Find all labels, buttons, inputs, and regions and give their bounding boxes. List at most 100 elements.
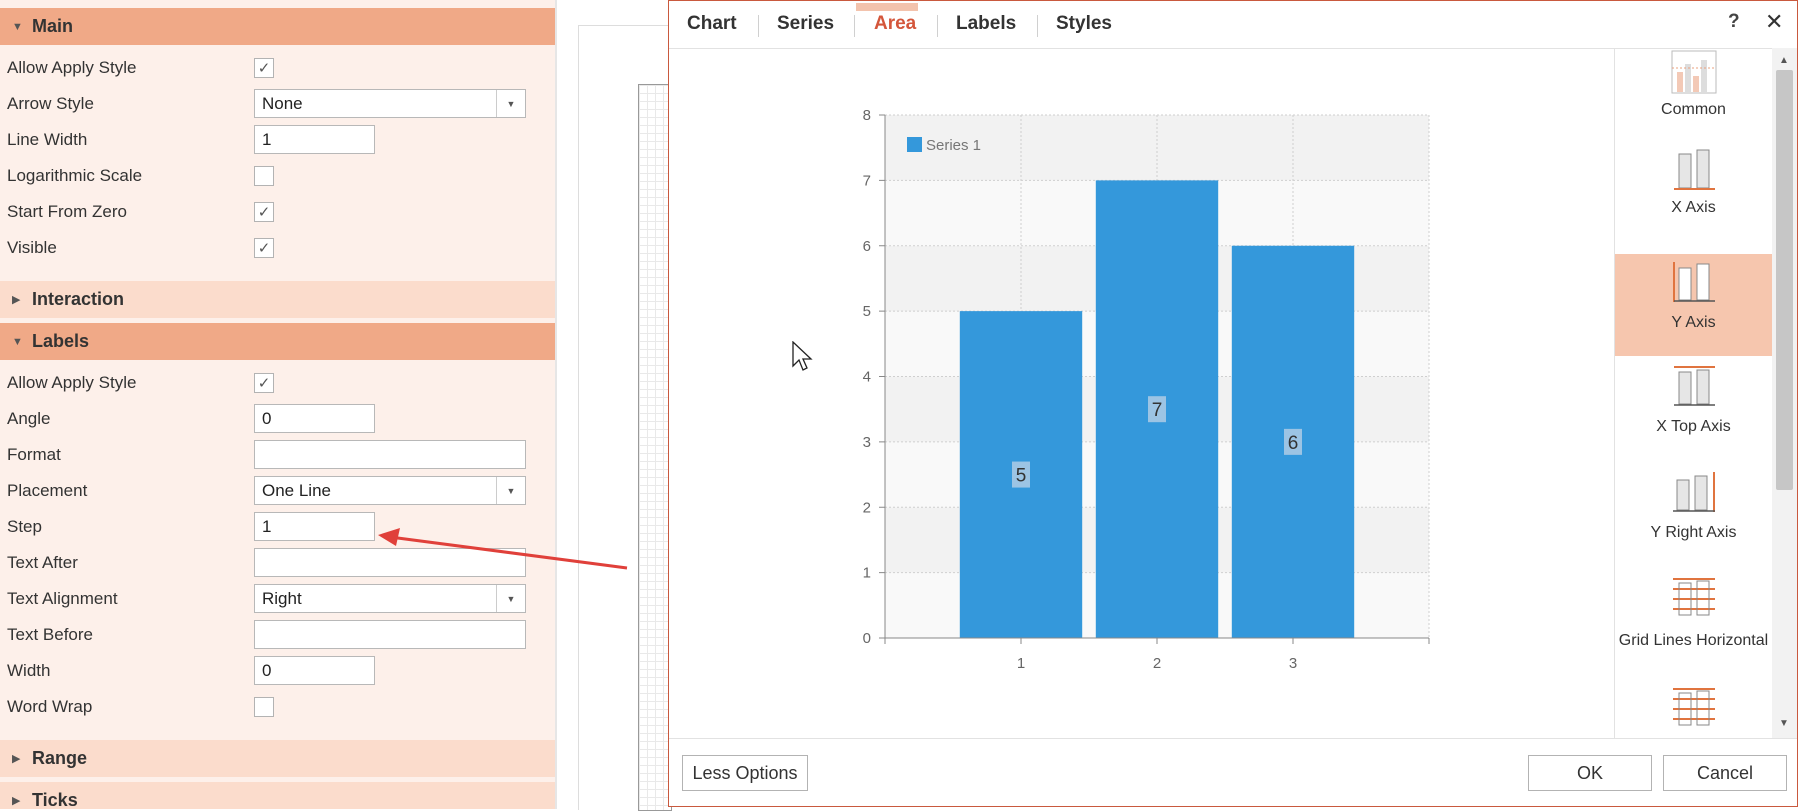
prop-row-allow-apply-style: Allow Apply Style ✓	[0, 51, 555, 87]
prop-label: Width	[7, 661, 51, 680]
caret-down-icon: ▼	[12, 335, 23, 348]
labels-allow-apply-style-checkbox[interactable]: ✓	[254, 373, 274, 393]
mouse-cursor-icon	[792, 341, 813, 371]
ok-button[interactable]: OK	[1528, 755, 1652, 791]
prop-row-angle: Angle 0	[0, 402, 555, 438]
visible-checkbox[interactable]: ✓	[254, 238, 274, 258]
side-item-grid-lines-vertical[interactable]	[1615, 684, 1772, 738]
side-item-label: Grid Lines Horizontal	[1618, 632, 1769, 649]
legend-label: Series 1	[926, 137, 981, 154]
prop-row-arrow-style: Arrow Style None ▼	[0, 87, 555, 123]
prop-label: Angle	[7, 409, 51, 428]
x-tick-label: 1	[1017, 655, 1025, 672]
prop-row-labels-allow-apply-style: Allow Apply Style ✓	[0, 366, 555, 402]
text-before-input[interactable]	[254, 620, 526, 649]
prop-label: Allow Apply Style	[7, 373, 137, 392]
line-width-input[interactable]: 1	[254, 125, 375, 154]
tab-area[interactable]: Area	[874, 13, 916, 35]
prop-row-text-before: Text Before	[0, 618, 555, 654]
start-from-zero-checkbox[interactable]: ✓	[254, 202, 274, 222]
side-item-x-top-axis[interactable]: X Top Axis	[1615, 366, 1772, 468]
section-range-header[interactable]: ▶ Range	[0, 740, 555, 777]
chart-legend: Series 1	[907, 137, 981, 154]
prop-label: Line Width	[7, 130, 88, 149]
prop-label: Visible	[7, 238, 57, 257]
prop-label: Arrow Style	[7, 94, 94, 113]
annotation-arrow	[378, 528, 628, 570]
allow-apply-style-checkbox[interactable]: ✓	[254, 58, 274, 78]
side-item-y-right-axis[interactable]: Y Right Axis	[1615, 470, 1772, 572]
step-input[interactable]: 1	[254, 512, 375, 541]
check-icon: ✓	[257, 60, 271, 77]
section-ticks-label: Ticks	[32, 790, 78, 809]
scroll-down-icon[interactable]: ▼	[1779, 718, 1789, 729]
y-tick-label: 1	[863, 565, 871, 582]
y-axis-icon	[1673, 262, 1715, 302]
chart-element-list: Common X Axis Y Axis X Top Axis Y Right …	[1614, 48, 1773, 738]
prop-row-width: Width 0	[0, 654, 555, 690]
tab-separator	[1037, 15, 1038, 37]
section-ticks-header[interactable]: ▶ Ticks	[0, 782, 555, 809]
chart-preview: 5 7 6 0 1 2 3 4 5 6 7 8 1 2 3 Series 1	[863, 107, 1430, 672]
cancel-button[interactable]: Cancel	[1663, 755, 1787, 791]
logarithmic-scale-checkbox[interactable]	[254, 166, 274, 186]
word-wrap-checkbox[interactable]	[254, 697, 274, 717]
angle-input[interactable]: 0	[254, 404, 375, 433]
arrow-style-select[interactable]: None ▼	[254, 89, 526, 118]
dropdown-arrow-icon[interactable]: ▼	[496, 90, 525, 117]
dialog-tab-bar: Chart Series Area Labels Styles ? ✕	[669, 1, 1797, 49]
tab-chart[interactable]: Chart	[687, 13, 737, 35]
select-value: Right	[262, 588, 302, 608]
scroll-up-icon[interactable]: ▲	[1779, 55, 1789, 66]
dialog-footer: Less Options OK Cancel	[669, 738, 1797, 809]
data-label: 6	[1288, 433, 1299, 454]
tab-styles[interactable]: Styles	[1056, 13, 1112, 35]
select-value: None	[262, 93, 303, 113]
dropdown-arrow-icon[interactable]: ▼	[496, 585, 525, 612]
side-list-scrollbar[interactable]: ▲ ▼	[1772, 48, 1797, 738]
check-icon: ✓	[257, 240, 271, 257]
format-input[interactable]	[254, 440, 526, 469]
tab-separator	[758, 15, 759, 37]
select-value: One Line	[262, 480, 331, 500]
dropdown-arrow-icon[interactable]: ▼	[496, 477, 525, 504]
caret-right-icon: ▶	[12, 795, 21, 807]
help-icon[interactable]: ?	[1728, 11, 1740, 33]
prop-row-start-from-zero: Start From Zero ✓	[0, 195, 555, 231]
width-input[interactable]: 0	[254, 656, 375, 685]
prop-label: Start From Zero	[7, 202, 127, 221]
side-item-label: X Axis	[1671, 199, 1716, 216]
text-alignment-select[interactable]: Right ▼	[254, 584, 526, 613]
placement-select[interactable]: One Line ▼	[254, 476, 526, 505]
properties-panel: ▼ Main Allow Apply Style ✓ Arrow Style N…	[0, 0, 555, 809]
less-options-button[interactable]: Less Options	[682, 755, 808, 791]
side-item-x-axis[interactable]: X Axis	[1615, 142, 1772, 244]
prop-row-format: Format	[0, 438, 555, 474]
side-item-common[interactable]: Common	[1615, 48, 1772, 150]
prop-label: Text Before	[7, 625, 93, 644]
prop-row-word-wrap: Word Wrap	[0, 690, 555, 726]
prop-row-logarithmic-scale: Logarithmic Scale	[0, 159, 555, 195]
check-icon: ✓	[257, 204, 271, 221]
report-grid[interactable]	[638, 84, 672, 811]
close-icon[interactable]: ✕	[1765, 9, 1783, 35]
tab-series[interactable]: Series	[777, 13, 834, 35]
grid-lines-horizontal-icon	[1673, 578, 1715, 616]
y-tick-label: 4	[863, 369, 871, 386]
section-main-header[interactable]: ▼ Main	[0, 8, 555, 45]
side-item-grid-lines-horizontal[interactable]: Grid Lines Horizontal	[1615, 573, 1772, 675]
y-tick-label: 3	[863, 434, 871, 451]
section-labels-header[interactable]: ▼ Labels	[0, 323, 555, 360]
y-right-axis-icon	[1673, 472, 1715, 512]
section-labels-label: Labels	[32, 331, 90, 351]
side-item-y-axis[interactable]: Y Axis	[1615, 254, 1772, 356]
scroll-thumb[interactable]	[1776, 70, 1793, 490]
grid-lines-icon	[1673, 688, 1715, 726]
tab-labels[interactable]: Labels	[956, 13, 1016, 35]
section-interaction-header[interactable]: ▶ Interaction	[0, 281, 555, 318]
y-tick-label: 2	[863, 499, 871, 516]
caret-down-icon: ▼	[12, 20, 23, 33]
prop-row-placement: Placement One Line ▼	[0, 474, 555, 510]
check-icon: ✓	[257, 375, 271, 392]
prop-label: Logarithmic Scale	[7, 166, 143, 185]
